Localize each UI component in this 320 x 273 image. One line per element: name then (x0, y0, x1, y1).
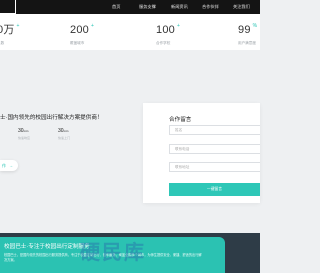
address-field[interactable]: 联系地址 (169, 162, 260, 172)
stat-label: 覆盖城市 (70, 41, 85, 45)
nav-item-services[interactable]: 服务支撑 (139, 0, 156, 14)
form-title: 合作留言 (169, 117, 192, 123)
stat-value: 200 (70, 24, 89, 36)
cooperate-button[interactable]: 作 → (0, 160, 18, 171)
stat-value: 0万 (0, 24, 15, 36)
name-field[interactable]: 姓名 (169, 125, 260, 135)
stat-plus: + (176, 23, 180, 29)
stat-value: 100 (156, 24, 175, 36)
stat-schools: 100 + 合作学校 (156, 20, 180, 46)
metric-visit: 30min 快速上门 (58, 128, 70, 140)
logo[interactable] (0, 0, 16, 14)
stat-label: 用户满意度 (238, 41, 256, 45)
stat-plus: % (252, 23, 258, 29)
stat-label: 人数 (0, 41, 5, 45)
top-navbar: 首页 服务支撑 新闻资讯 合作伙伴 关注我们 (0, 0, 260, 14)
metric-unit: min (23, 129, 29, 133)
stat-plus: + (90, 23, 94, 29)
metric-label: 快速响应 (18, 136, 31, 140)
intro-title: 士·国内领先的校园出行解决方案提供商！ (0, 115, 103, 121)
nav-item-news[interactable]: 新闻资讯 (171, 0, 188, 14)
cooperate-button-label: 作 (2, 163, 6, 168)
nav-item-follow[interactable]: 关注我们 (233, 0, 250, 14)
submit-button[interactable]: 一键留言 (169, 183, 260, 196)
stats-band: 0万+ 人数 200+ 覆盖城市 100+ 合作学校 99% 用户满意度 (0, 14, 260, 50)
metric-unit: min (63, 129, 69, 133)
metric-response: 30min 快速响应 (18, 128, 30, 140)
stat-value: 99 (238, 24, 251, 36)
nav-item-partners[interactable]: 合作伙伴 (202, 0, 219, 14)
stat-plus: + (16, 23, 20, 29)
stat-label: 合作学校 (156, 41, 171, 45)
arrow-right-icon: → (9, 163, 13, 168)
nav-item-home[interactable]: 首页 (112, 0, 120, 14)
stat-satisfaction: 99% 用户满意度 (238, 20, 257, 46)
stat-users: 0万+ 人数 (0, 20, 19, 46)
watermark: 硬民库 (80, 240, 146, 264)
stat-cities: 200 + 覆盖城市 (70, 20, 94, 46)
phone-field[interactable]: 联系电话 (169, 144, 260, 154)
banner-title: 校园巴士·专注于校园出行定制服务 (4, 244, 90, 250)
metric-label: 快速上门 (58, 136, 71, 140)
